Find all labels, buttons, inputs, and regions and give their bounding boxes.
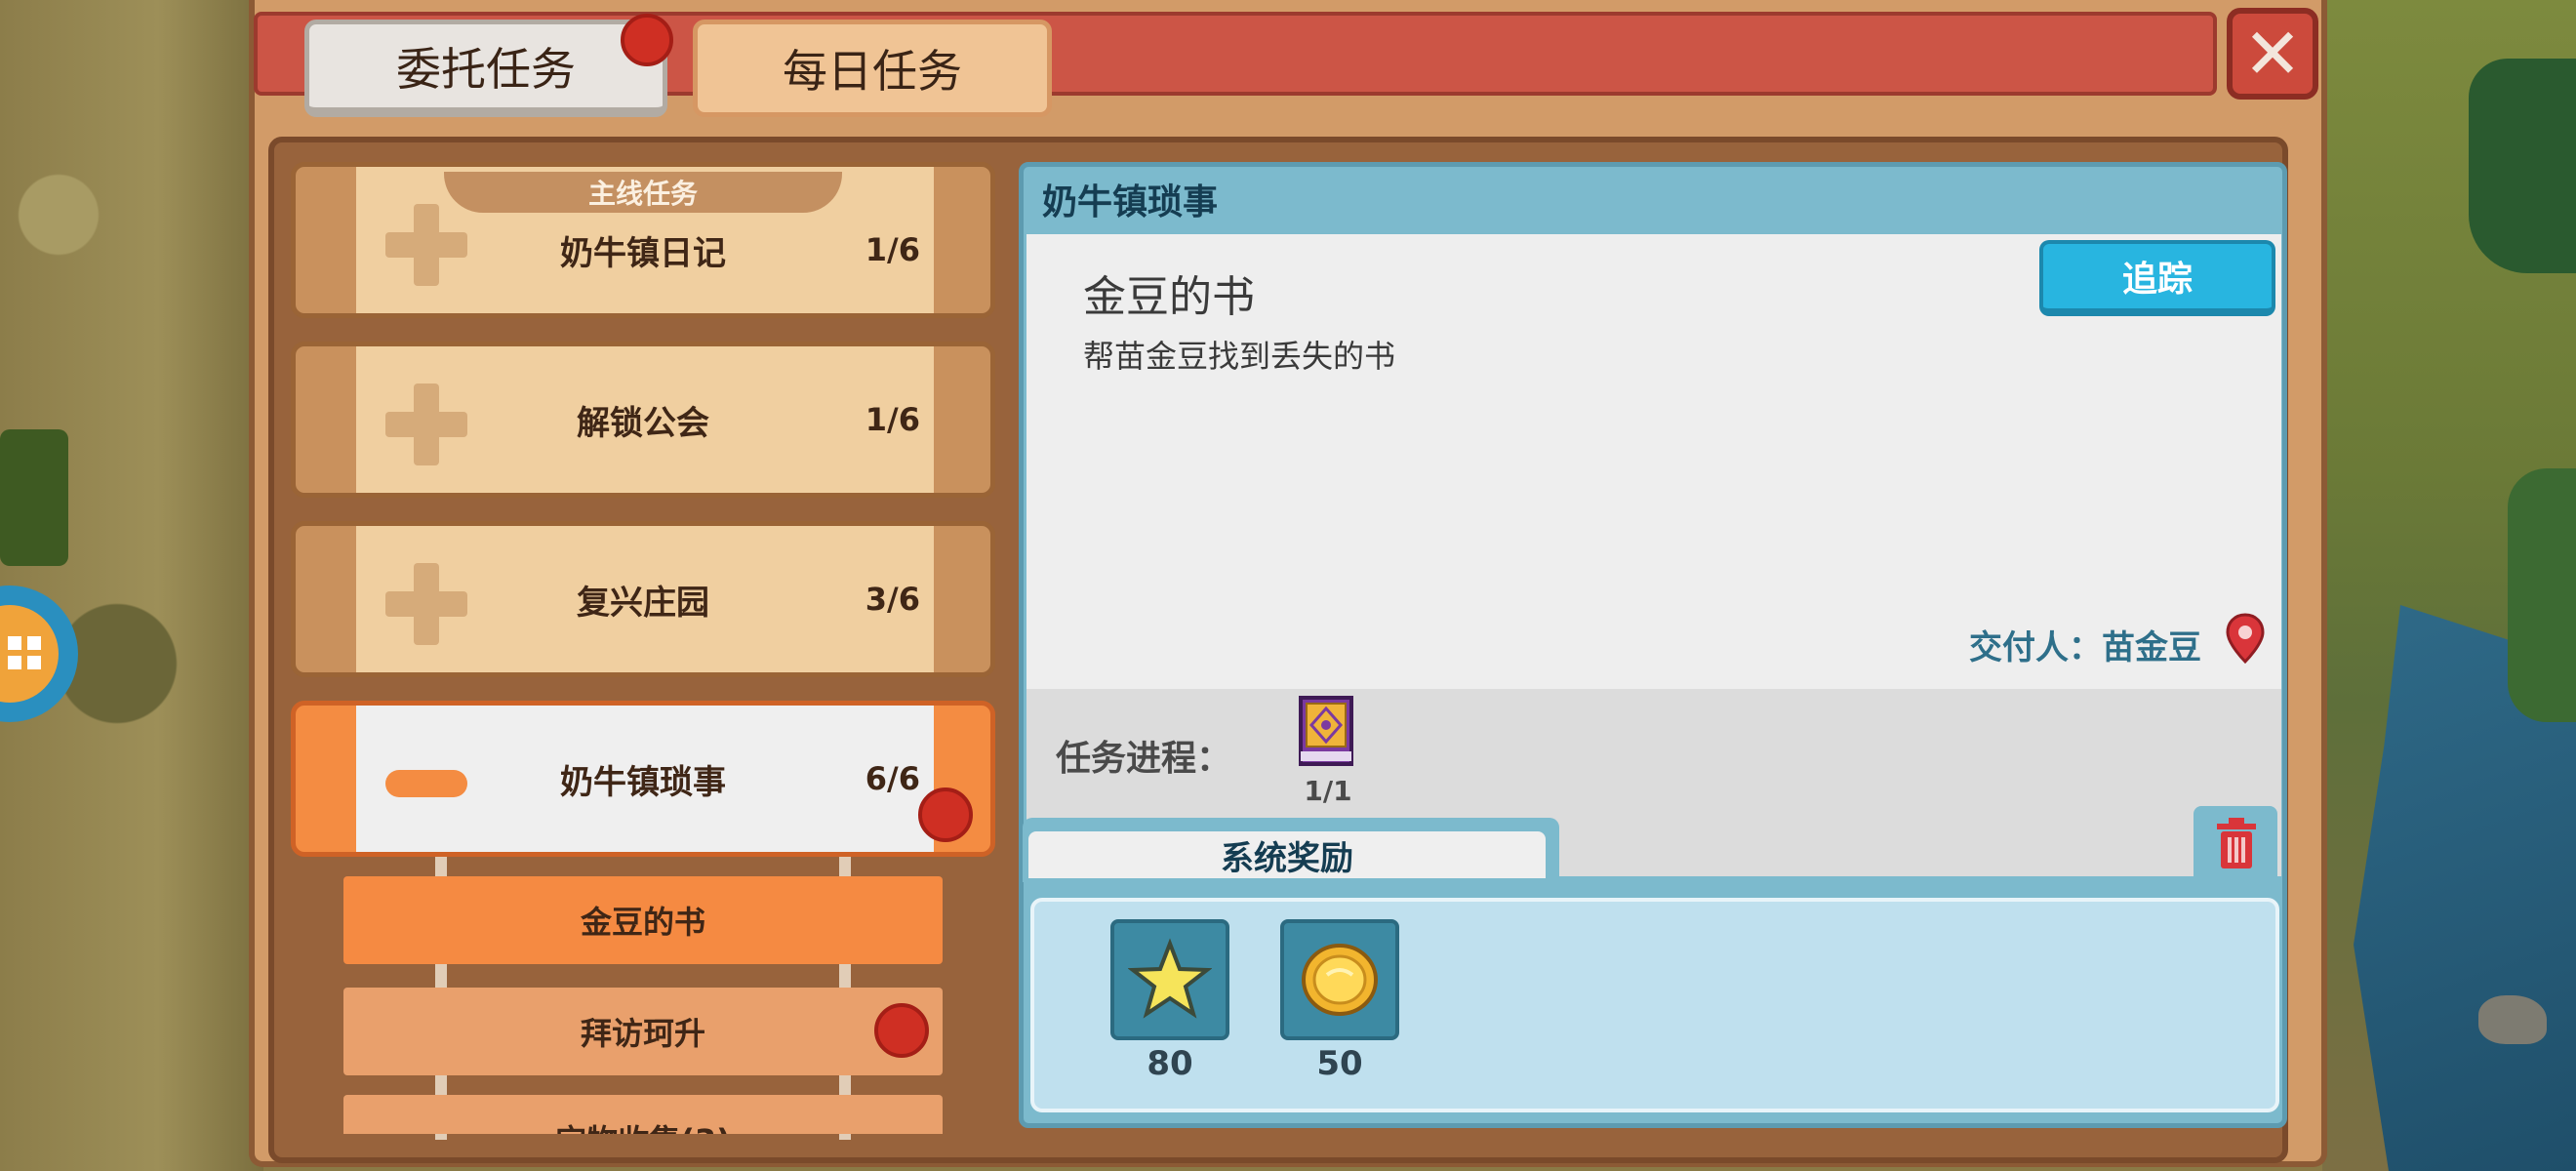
gold-coin-icon	[1302, 944, 1378, 1016]
quest-group-town-chores[interactable]: 奶牛镇琐事 6/6	[291, 701, 995, 857]
quest-group-guild[interactable]: 解锁公会 1/6	[291, 342, 995, 498]
tab-daily-quests[interactable]: 每日任务	[693, 20, 1052, 117]
subtask-visit-kesheng[interactable]: 拜访珂升	[343, 988, 943, 1075]
quest-giver: 交付人：苗金豆	[1969, 628, 2201, 667]
reward-value: 50	[1316, 1044, 1363, 1083]
reward-tab[interactable]: 系统奖励	[1028, 831, 1546, 878]
reward-value: 80	[1147, 1044, 1193, 1083]
quest-alert-dot	[918, 787, 973, 842]
quest-group-revive-farm[interactable]: 复兴庄园 3/6	[291, 521, 995, 677]
subtask-treasure-collection[interactable]: 宝物收集(3)	[343, 1095, 943, 1134]
subtask-clip: 宝物收集(3)	[343, 1095, 943, 1134]
quest-group-progress: 3/6	[865, 581, 920, 618]
main-quest-banner: 主线任务	[444, 172, 842, 213]
location-pin-icon[interactable]	[2225, 613, 2266, 664]
background-bush	[0, 429, 68, 566]
tab-label: 每日任务	[783, 45, 962, 98]
quest-progress-count: 1/1	[1304, 775, 1352, 807]
reward-slot-exp[interactable]	[1110, 919, 1229, 1040]
close-icon: ✕	[2242, 13, 2303, 95]
tab-alert-dot	[621, 14, 673, 66]
abandon-quest-button[interactable]	[2194, 806, 2277, 878]
star-icon	[1128, 938, 1212, 1019]
quest-group-progress: 6/6	[865, 760, 920, 797]
background-bush-right	[2508, 468, 2576, 722]
background-rock	[2478, 995, 2547, 1044]
quest-category-title: 奶牛镇琐事	[1042, 182, 1219, 222]
quest-group-progress: 1/6	[865, 231, 920, 268]
track-button-label: 追踪	[2121, 260, 2193, 300]
subtask-alert-dot	[874, 1003, 929, 1058]
menu-grid-icon	[0, 605, 59, 703]
subtask-label: 拜访珂升	[580, 1015, 705, 1052]
track-button[interactable]: 追踪	[2039, 240, 2275, 316]
quest-progress-label: 任务进程：	[1056, 739, 1232, 779]
subtask-label: 宝物收集(3)	[555, 1116, 731, 1134]
quest-description: 帮苗金豆找到丢失的书	[1083, 338, 1396, 375]
background-ground-left	[0, 0, 263, 1171]
reward-slot-coin[interactable]	[1280, 919, 1399, 1040]
book-icon	[1299, 696, 1353, 766]
trash-icon	[2217, 818, 2256, 868]
quest-title: 金豆的书	[1083, 272, 1255, 322]
quest-group-progress: 1/6	[865, 401, 920, 438]
background-tree	[2469, 59, 2576, 273]
close-button[interactable]: ✕	[2227, 8, 2318, 100]
tab-commission-quests[interactable]: 委托任务	[304, 20, 667, 117]
tab-label: 委托任务	[396, 42, 576, 96]
subtask-golden-bean-book[interactable]: 金豆的书	[343, 876, 943, 964]
subtask-label: 金豆的书	[580, 904, 705, 941]
